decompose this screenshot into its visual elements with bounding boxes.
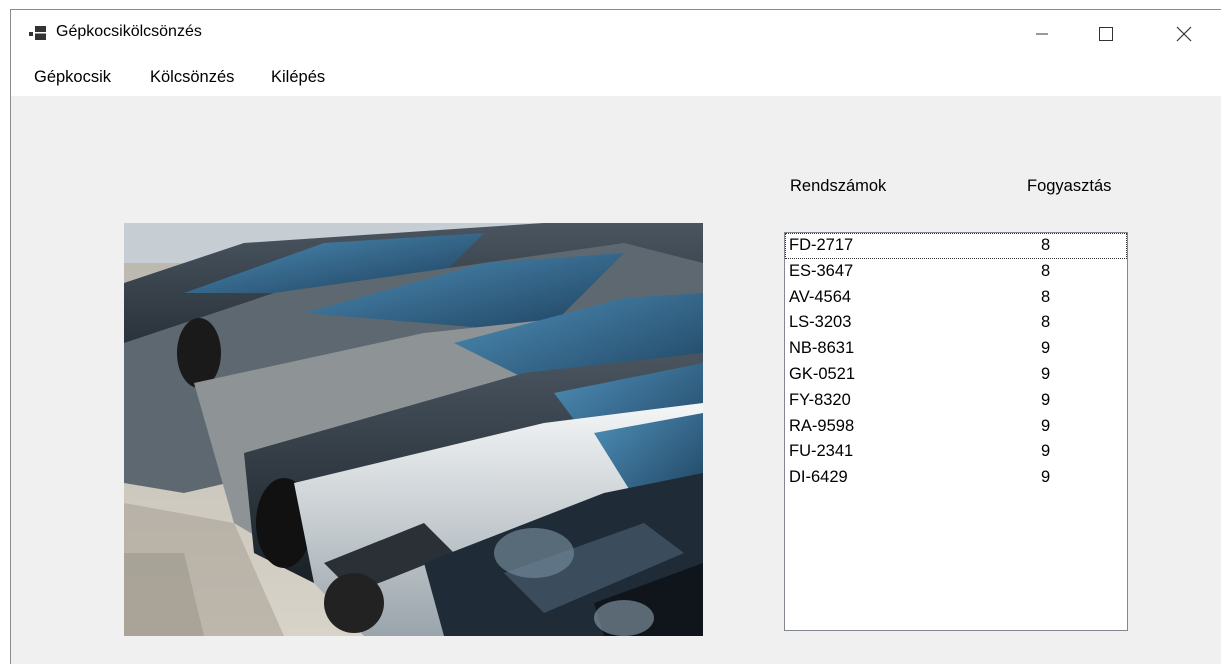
minimize-icon — [1036, 33, 1048, 35]
menu-item-kolcsonzes[interactable]: Kölcsönzés — [146, 66, 238, 89]
title-bar[interactable]: Gépkocsikölcsönzés — [11, 10, 1221, 58]
maximize-button[interactable] — [1083, 10, 1129, 58]
consumption-value: 9 — [1041, 442, 1051, 461]
window-title: Gépkocsikölcsönzés — [56, 23, 202, 40]
plate-number: ES-3647 — [789, 261, 854, 280]
close-icon — [1176, 26, 1192, 42]
parked-cars-illustration — [124, 223, 703, 636]
consumption-value: 9 — [1041, 364, 1051, 383]
list-item[interactable]: LS-3203 8 — [785, 310, 1127, 336]
consumption-header: Fogyasztás — [1027, 177, 1112, 195]
consumption-value: 8 — [1041, 236, 1051, 254]
list-item[interactable]: FU-2341 9 — [785, 439, 1127, 465]
consumption-value: 9 — [1041, 468, 1051, 487]
list-item[interactable]: GK-0521 9 — [785, 362, 1127, 388]
maximize-icon — [1099, 27, 1113, 41]
consumption-value: 9 — [1041, 339, 1051, 358]
app-icon — [29, 26, 46, 40]
list-item[interactable]: ES-3647 8 — [785, 259, 1127, 285]
plates-header: Rendszámok — [790, 177, 887, 195]
list-item[interactable]: FD-2717 8 — [785, 233, 1127, 259]
main-window: Gépkocsikölcsönzés Gépkocsik Kölcsönzés … — [10, 9, 1221, 664]
list-item[interactable]: FY-8320 9 — [785, 388, 1127, 414]
plate-number: DI-6429 — [789, 468, 848, 487]
consumption-value: 8 — [1041, 313, 1051, 332]
list-item[interactable]: AV-4564 8 — [785, 285, 1127, 311]
consumption-value: 8 — [1041, 261, 1051, 280]
minimize-button[interactable] — [1019, 10, 1065, 58]
menu-bar: Gépkocsik Kölcsönzés Kilépés — [11, 58, 1221, 96]
plates-listbox[interactable]: FD-2717 8 ES-3647 8 AV-4564 8 LS-3203 8 NB-8631 9… — [784, 232, 1128, 631]
consumption-value: 9 — [1041, 416, 1051, 435]
plate-number: LS-3203 — [789, 313, 852, 332]
plate-number: GK-0521 — [789, 364, 856, 383]
close-button[interactable] — [1161, 10, 1207, 58]
menu-item-gepkocsik[interactable]: Gépkocsik — [30, 66, 115, 89]
plate-number: AV-4564 — [789, 287, 852, 306]
consumption-value: 8 — [1041, 287, 1051, 306]
list-item[interactable]: NB-8631 9 — [785, 336, 1127, 362]
plate-number: FY-8320 — [789, 390, 851, 409]
plate-number: FU-2341 — [789, 442, 854, 461]
consumption-value: 9 — [1041, 390, 1051, 409]
plate-number: RA-9598 — [789, 416, 855, 435]
list-item[interactable]: DI-6429 9 — [785, 465, 1127, 491]
plate-number: FD-2717 — [789, 236, 854, 254]
list-item[interactable]: RA-9598 9 — [785, 414, 1127, 440]
parked-cars-photo — [124, 223, 703, 636]
plate-number: NB-8631 — [789, 339, 855, 358]
menu-item-kilepes[interactable]: Kilépés — [267, 66, 329, 89]
